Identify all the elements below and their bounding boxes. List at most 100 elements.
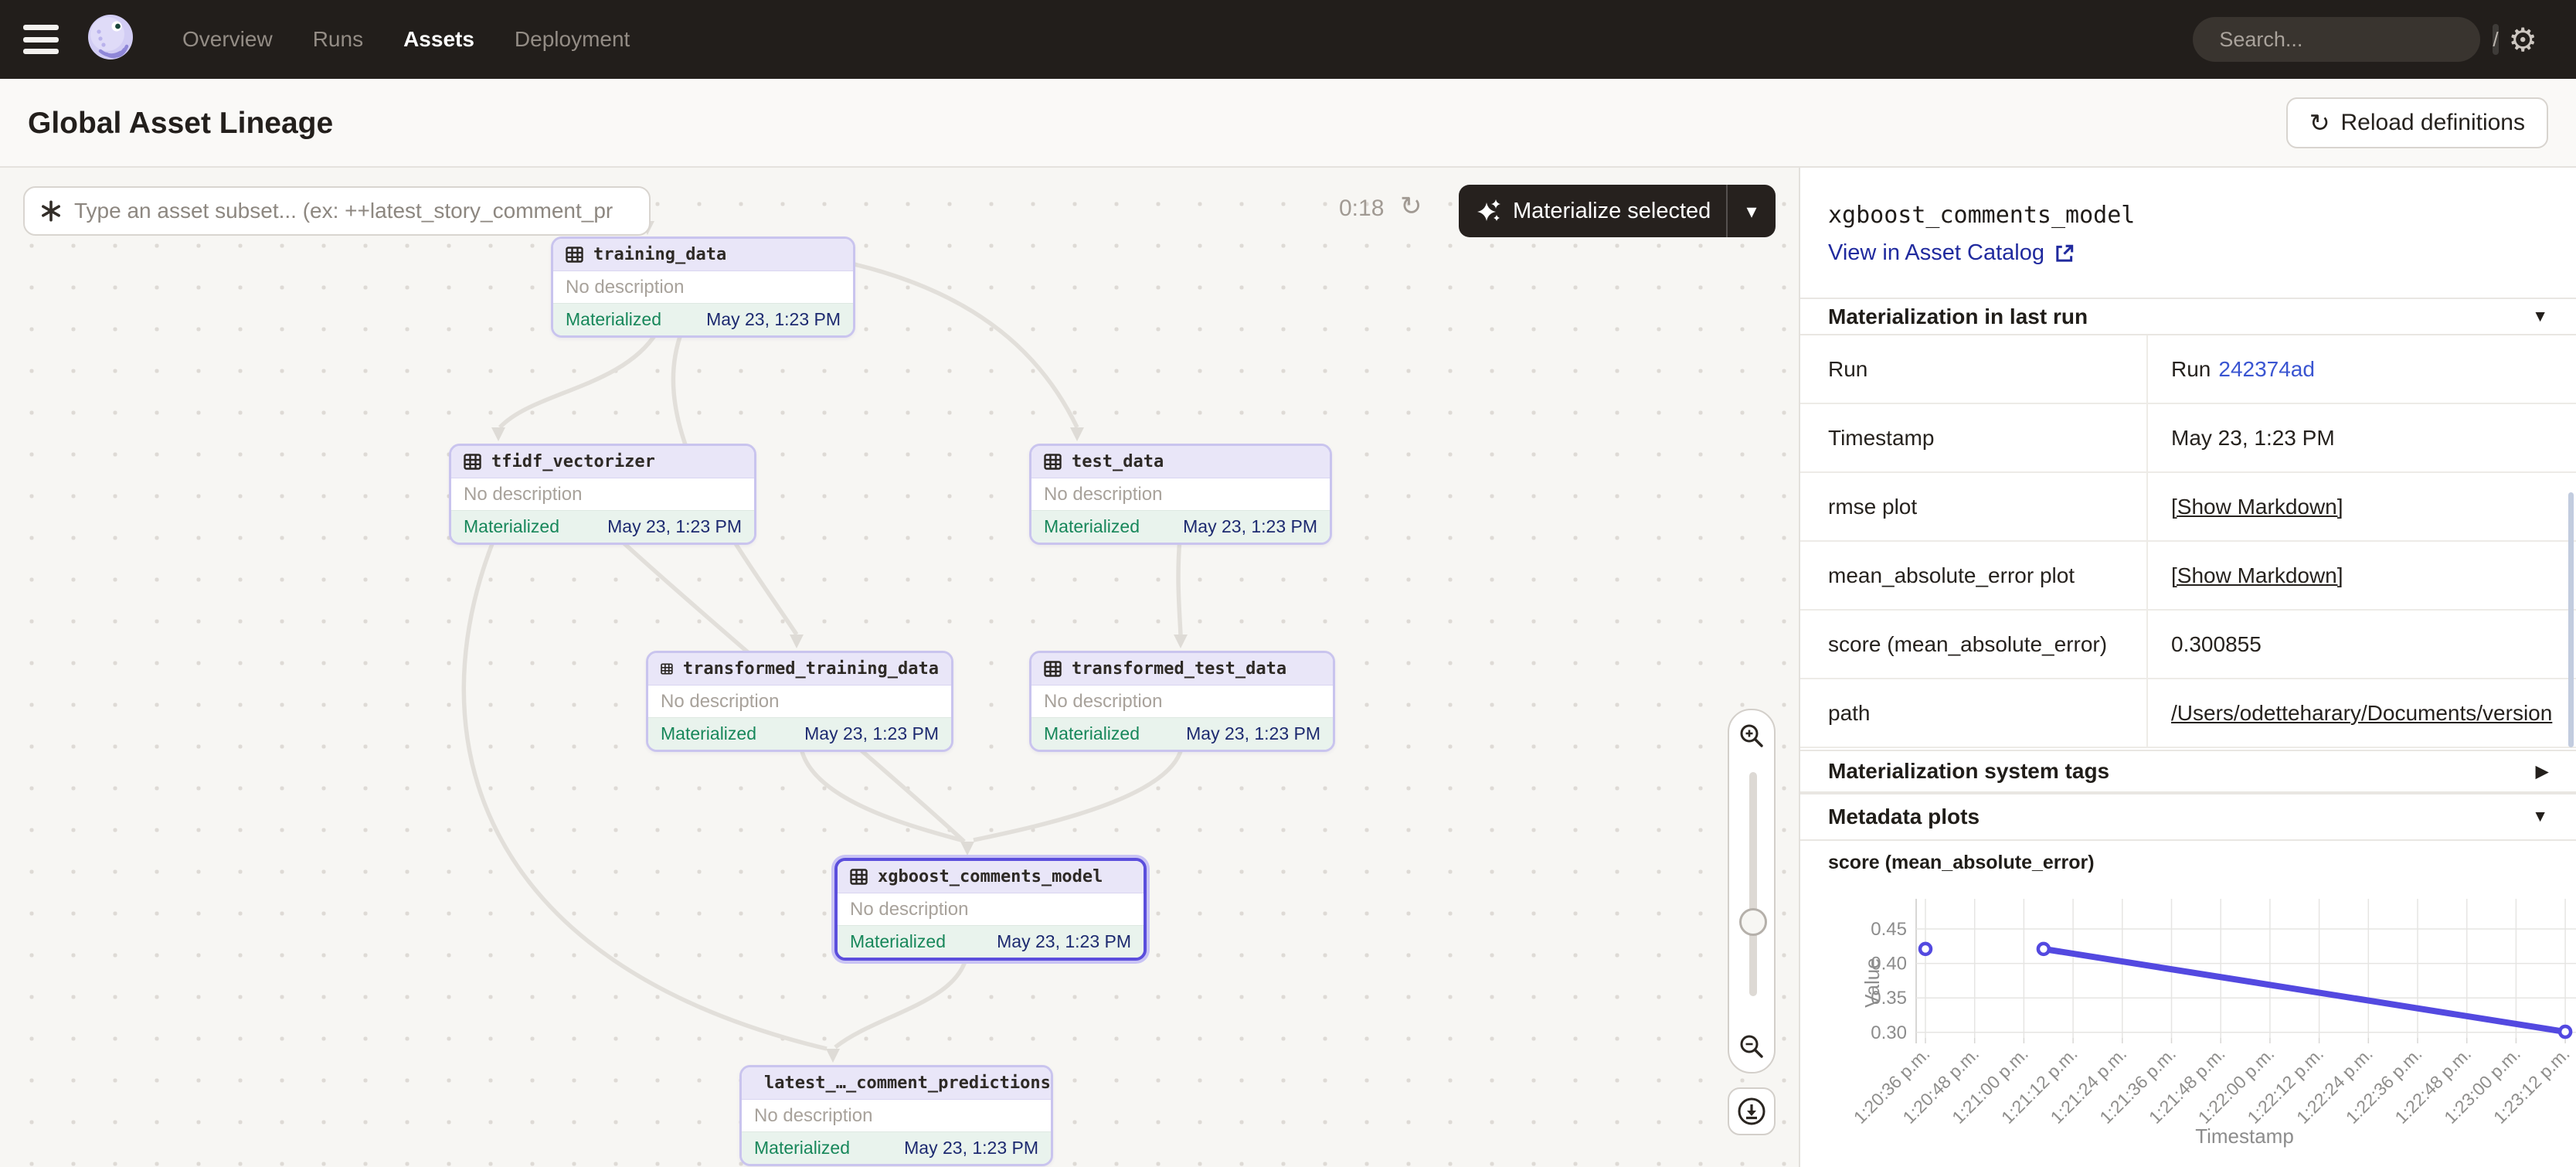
path-link[interactable]: /Users/odetteharary/Documents/version <box>2171 701 2552 726</box>
asset-node-xgboost-comments-model[interactable]: xgboost_comments_model No description Ma… <box>834 858 1147 961</box>
zoom-controls <box>1728 709 1776 1073</box>
dagster-app: Overview Runs Assets Deployment / ⚙ Glob… <box>0 0 2576 1167</box>
asset-node-test-data[interactable]: test_data No description Materialized May… <box>1029 444 1332 545</box>
zoom-in-button[interactable] <box>1738 710 1765 761</box>
status-badge: Materialized <box>661 723 756 744</box>
panel-asset-title: xgboost_comments_model <box>1828 202 2135 229</box>
asset-node-transformed-test-data[interactable]: transformed_test_data No description Mat… <box>1029 651 1335 752</box>
zoom-slider-track[interactable] <box>1749 772 1757 996</box>
asset-node-transformed-training-data[interactable]: transformed_training_data No description… <box>646 651 953 752</box>
asset-subset-filter[interactable] <box>23 186 651 236</box>
show-markdown-link-mae[interactable]: [Show Markdown] <box>2171 563 2343 588</box>
asset-detail-panel: xgboost_comments_model View in Asset Cat… <box>1800 168 2576 1167</box>
global-search[interactable]: / <box>2193 17 2480 62</box>
asset-name: xgboost_comments_model <box>878 867 1103 886</box>
panel-scrollbar[interactable] <box>2568 492 2574 747</box>
zoom-out-button[interactable] <box>1738 1021 1765 1072</box>
materialize-dropdown-caret[interactable]: ▾ <box>1726 185 1776 237</box>
materialized-time: May 23, 1:23 PM <box>607 516 742 537</box>
table-icon <box>850 869 868 885</box>
run-id-link[interactable]: 242374ad <box>2218 357 2315 382</box>
zoom-out-icon <box>1738 1033 1765 1060</box>
materialized-time: May 23, 1:23 PM <box>706 309 841 330</box>
materialized-time: May 23, 1:23 PM <box>997 931 1131 952</box>
asset-description: No description <box>1031 686 1333 717</box>
status-badge: Materialized <box>566 309 661 330</box>
metadata-table: Run Run242374ad Timestamp May 23, 1:23 P… <box>1800 335 2576 748</box>
zoom-in-icon <box>1738 722 1765 750</box>
asset-name: latest_…_comment_predictions <box>764 1073 1051 1093</box>
svg-text:Value: Value <box>1861 958 1884 1008</box>
section-materialization-system-tags[interactable]: Materialization system tags ▶ <box>1800 750 2576 793</box>
reload-definitions-button[interactable]: ↻ Reload definitions <box>2286 97 2548 148</box>
materialized-time: May 23, 1:23 PM <box>804 723 939 744</box>
search-input[interactable] <box>2219 28 2493 52</box>
refresh-icon[interactable]: ↻ <box>1400 191 1422 222</box>
score-chart: 1:20:36 p.m.1:20:48 p.m.1:21:00 p.m.1:21… <box>1800 886 2576 1167</box>
svg-text:0.45: 0.45 <box>1871 919 1907 940</box>
plot-title: score (mean_absolute_error) <box>1828 852 2095 874</box>
materialized-time: May 23, 1:23 PM <box>904 1138 1038 1158</box>
gear-icon[interactable]: ⚙ <box>2508 21 2537 59</box>
table-row-timestamp: Timestamp May 23, 1:23 PM <box>1800 404 2576 473</box>
materialize-selected-main[interactable]: Materialize selected <box>1459 198 1726 224</box>
section-metadata-plots[interactable]: Metadata plots ▼ <box>1800 793 2576 841</box>
asset-description: No description <box>742 1100 1051 1131</box>
nav-item-overview[interactable]: Overview <box>182 27 273 52</box>
sparkle-icon <box>1476 198 1502 224</box>
asset-name: training_data <box>593 245 726 264</box>
asset-subset-input[interactable] <box>74 199 635 223</box>
table-icon <box>1044 661 1062 677</box>
external-link-icon <box>2054 243 2075 264</box>
asset-node-training-data[interactable]: training_data No description Materialize… <box>551 236 855 338</box>
zoom-slider[interactable] <box>1729 761 1774 1021</box>
svg-text:0.30: 0.30 <box>1871 1022 1907 1043</box>
asset-filter-icon <box>39 199 63 223</box>
asset-description: No description <box>1031 478 1330 510</box>
nav-item-runs[interactable]: Runs <box>313 27 363 52</box>
status-badge: Materialized <box>1044 516 1140 537</box>
table-row-rmse-plot: rmse plot [Show Markdown] <box>1800 473 2576 542</box>
asset-graph-pane[interactable]: 0:18 ↻ Materialize selected ▾ training_d… <box>0 168 1800 1167</box>
chevron-down-icon: ▼ <box>2532 308 2548 326</box>
refresh-timer: 0:18 <box>1339 196 1384 222</box>
table-row-run: Run Run242374ad <box>1800 335 2576 404</box>
nav-item-assets[interactable]: Assets <box>403 27 474 52</box>
table-icon <box>464 454 481 470</box>
nav-item-deployment[interactable]: Deployment <box>515 27 630 52</box>
asset-description: No description <box>553 271 853 303</box>
download-graph-button[interactable] <box>1728 1087 1776 1135</box>
asset-description: No description <box>838 893 1144 925</box>
asset-name: transformed_test_data <box>1072 659 1286 679</box>
table-icon <box>566 247 583 263</box>
svg-text:Timestamp: Timestamp <box>2195 1124 2294 1148</box>
zoom-slider-handle[interactable] <box>1739 908 1767 936</box>
asset-description: No description <box>648 686 951 717</box>
show-markdown-link-rmse[interactable]: [Show Markdown] <box>2171 495 2343 519</box>
asset-node-tfidf-vectorizer[interactable]: tfidf_vectorizer No description Material… <box>449 444 756 545</box>
asset-name: test_data <box>1072 452 1164 471</box>
top-nav: Overview Runs Assets Deployment / ⚙ <box>0 0 2576 79</box>
chevron-right-icon: ▶ <box>2536 762 2548 781</box>
table-icon <box>1044 454 1062 470</box>
nav-menu: Overview Runs Assets Deployment <box>182 27 630 52</box>
download-icon <box>1735 1095 1768 1128</box>
page-title: Global Asset Lineage <box>28 107 333 141</box>
table-row-mae-plot: mean_absolute_error plot [Show Markdown] <box>1800 542 2576 611</box>
materialize-selected-button[interactable]: Materialize selected ▾ <box>1459 185 1776 237</box>
dagster-logo[interactable] <box>83 11 138 69</box>
view-in-asset-catalog-link[interactable]: View in Asset Catalog <box>1828 240 2075 266</box>
section-materialization-last-run[interactable]: Materialization in last run ▼ <box>1800 298 2576 335</box>
asset-name: transformed_training_data <box>683 659 939 679</box>
materialized-time: May 23, 1:23 PM <box>1183 516 1317 537</box>
asset-name: tfidf_vectorizer <box>491 452 655 471</box>
table-row-score: score (mean_absolute_error) 0.300855 <box>1800 611 2576 679</box>
page-header: Global Asset Lineage ↻ Reload definition… <box>0 79 2576 168</box>
asset-description: No description <box>451 478 754 510</box>
status-badge: Materialized <box>754 1138 850 1158</box>
status-badge: Materialized <box>464 516 559 537</box>
status-badge: Materialized <box>850 931 946 952</box>
asset-node-latest-comment-predictions[interactable]: latest_…_comment_predictions No descript… <box>739 1065 1053 1166</box>
materialized-time: May 23, 1:23 PM <box>1186 723 1320 744</box>
hamburger-menu-icon[interactable] <box>23 25 59 54</box>
